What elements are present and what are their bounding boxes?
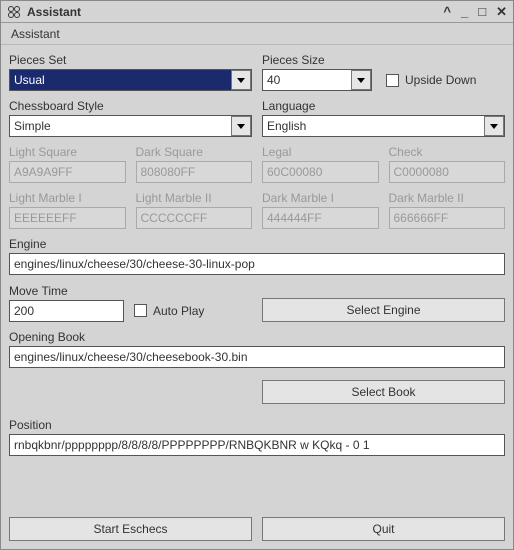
dark-square-input: 808080FF	[136, 161, 253, 183]
dark-marble-2-input: 666666FF	[389, 207, 506, 229]
chessboard-style-label: Chessboard Style	[9, 99, 252, 113]
titlebar: Assistant ^ _ □ ✕	[1, 1, 513, 23]
pieces-set-select[interactable]: Usual	[9, 69, 252, 91]
opening-book-label: Opening Book	[9, 330, 505, 344]
pieces-size-value: 40	[267, 73, 351, 87]
language-value: English	[267, 119, 484, 133]
select-engine-button[interactable]: Select Engine	[262, 298, 505, 322]
menubar: Assistant	[1, 23, 513, 45]
move-time-label: Move Time	[9, 284, 252, 298]
chevron-down-icon[interactable]	[351, 70, 371, 90]
darkMarble1-input: 444444FF	[262, 207, 379, 229]
upside-down-checkbox[interactable]	[386, 74, 399, 87]
pieces-set-label: Pieces Set	[9, 53, 252, 67]
pieces-set-value: Usual	[14, 73, 231, 87]
light-marble-1-label: Light Marble I	[9, 191, 126, 205]
dark-marble-1-label: Dark Marble I	[262, 191, 379, 205]
chessboard-style-select[interactable]: Simple	[9, 115, 252, 137]
app-window: Assistant ^ _ □ ✕ Assistant Pieces Set U…	[0, 0, 514, 550]
rollup-button[interactable]: ^	[443, 5, 451, 18]
chessboard-style-value: Simple	[14, 119, 231, 133]
language-select[interactable]: English	[262, 115, 505, 137]
window-controls: ^ _ □ ✕	[443, 5, 507, 18]
light-marble-2-input: CCCCCCFF	[136, 207, 253, 229]
quit-button[interactable]: Quit	[262, 517, 505, 541]
menu-assistant[interactable]: Assistant	[7, 25, 64, 43]
start-eschecs-button[interactable]: Start Eschecs	[9, 517, 252, 541]
chevron-down-icon[interactable]	[231, 116, 251, 136]
legal-input: 60C00080	[262, 161, 379, 183]
legal-label: Legal	[262, 145, 379, 159]
maximize-button[interactable]: □	[478, 5, 486, 18]
dark-square-label: Dark Square	[136, 145, 253, 159]
pieces-size-select[interactable]: 40	[262, 69, 372, 91]
select-book-button[interactable]: Select Book	[262, 380, 505, 404]
move-time-input[interactable]: 200	[9, 300, 124, 322]
check-input: C0000080	[389, 161, 506, 183]
language-label: Language	[262, 99, 505, 113]
chevron-down-icon[interactable]	[231, 70, 251, 90]
minimize-button[interactable]: _	[461, 5, 468, 18]
dark-marble-2-label: Dark Marble II	[389, 191, 506, 205]
chevron-down-icon[interactable]	[484, 116, 504, 136]
light-marble-2-label: Light Marble II	[136, 191, 253, 205]
upside-down-label: Upside Down	[405, 73, 476, 87]
auto-play-checkbox[interactable]	[134, 304, 147, 317]
engine-label: Engine	[9, 237, 505, 251]
pieces-size-label: Pieces Size	[262, 53, 505, 67]
engine-input[interactable]: engines/linux/cheese/30/cheese-30-linux-…	[9, 253, 505, 275]
content: Pieces Set Usual Pieces Size 40 Upside D…	[1, 45, 513, 549]
check-label: Check	[389, 145, 506, 159]
app-icon	[7, 5, 21, 19]
light-square-input: A9A9A9FF	[9, 161, 126, 183]
close-button[interactable]: ✕	[496, 5, 507, 18]
window-title: Assistant	[27, 5, 443, 19]
position-input[interactable]: rnbqkbnr/pppppppp/8/8/8/8/PPPPPPPP/RNBQK…	[9, 434, 505, 456]
position-label: Position	[9, 418, 505, 432]
opening-book-input[interactable]: engines/linux/cheese/30/cheesebook-30.bi…	[9, 346, 505, 368]
light-marble-1-input: EEEEEEFF	[9, 207, 126, 229]
light-square-label: Light Square	[9, 145, 126, 159]
auto-play-label: Auto Play	[153, 304, 204, 318]
